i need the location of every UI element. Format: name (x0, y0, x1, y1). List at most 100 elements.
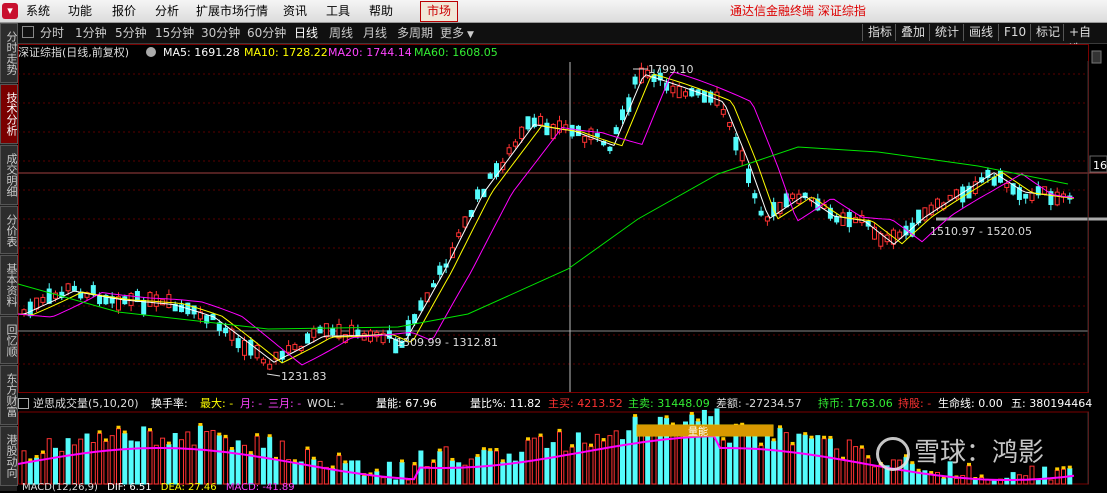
volume-bar (783, 432, 789, 485)
volume-bar (204, 431, 210, 485)
volume-bar (147, 430, 153, 485)
f10-button[interactable]: F10 (998, 24, 1031, 41)
volume-bar (235, 440, 241, 485)
volume-bar (960, 475, 966, 485)
candle-body (311, 328, 317, 338)
volume-bar (393, 479, 399, 485)
candle-body (141, 299, 147, 315)
ma60-value: MA60: 1608.05 (414, 46, 498, 59)
draw-line-button[interactable]: 画线 (963, 24, 998, 41)
side-tab-hk-flow[interactable]: 港股动向 (0, 426, 18, 486)
candle-body (147, 292, 153, 307)
candle-body (475, 189, 481, 200)
menu-item-system[interactable]: 系统 (26, 3, 50, 19)
menu-item-analysis[interactable]: 分析 (155, 3, 179, 19)
volume-cap (689, 411, 694, 415)
menu-item-news[interactable]: 资讯 (283, 3, 307, 19)
volume-bar (27, 460, 33, 485)
side-tab-technical[interactable]: 技术分析 (0, 84, 18, 144)
menu-item-extended-market[interactable]: 扩展市场行情 (196, 3, 268, 19)
volume-bar (487, 450, 493, 485)
app-logo-icon[interactable]: ▾ (2, 3, 18, 19)
watermark-text: 雪球：鸿影 (914, 438, 1045, 468)
candle-body (550, 123, 556, 140)
candle-body (418, 300, 424, 311)
candle-body (727, 122, 733, 127)
period-tab-5min[interactable]: 5分钟 (115, 25, 147, 41)
period-tab-multi[interactable]: 多周期 (397, 25, 433, 41)
period-tab-30min[interactable]: 30分钟 (201, 25, 240, 41)
volume-cap (633, 414, 638, 418)
volume-bar (368, 474, 373, 485)
candle-body (739, 150, 745, 162)
overlay-button[interactable]: 叠加 (895, 24, 930, 41)
candle-body (620, 109, 625, 121)
volume-collapse-icon[interactable] (18, 398, 29, 409)
volume-bar (809, 438, 814, 485)
side-tab-trades[interactable]: 成交明细 (0, 145, 18, 205)
volume-bar (582, 442, 588, 485)
volume-cap (859, 445, 864, 449)
volume-cap (248, 451, 253, 455)
scroll-up-icon (1091, 50, 1102, 64)
volume-cap (803, 432, 808, 436)
volume-cap (217, 432, 222, 436)
volume-bar (21, 450, 27, 485)
volume-bar (557, 431, 562, 485)
period-tab-15min[interactable]: 15分钟 (155, 25, 194, 41)
energy-value: 量能: 67.96 (376, 397, 437, 410)
menu-item-function[interactable]: 功能 (68, 3, 92, 19)
volume-cap (778, 425, 782, 429)
period-tab-monthly[interactable]: 月线 (363, 25, 387, 41)
volume-bar (821, 438, 827, 485)
volume-cap (538, 433, 543, 437)
period-tab-60min[interactable]: 60分钟 (247, 25, 286, 41)
period-tab-daily[interactable]: 日线 (294, 25, 318, 41)
statistics-button[interactable]: 统计 (929, 24, 964, 41)
volume-bar (519, 451, 525, 485)
macd-value: MACD: -41.89 (225, 482, 295, 493)
candle-body (34, 297, 40, 310)
side-tab-eastmoney[interactable]: 东方财富 (0, 365, 18, 425)
menu-item-quote[interactable]: 报价 (112, 3, 136, 19)
side-tab-fundamentals[interactable]: 基本资料 (0, 255, 18, 315)
watermark: 雪球：鸿影 (876, 432, 1044, 471)
menu-item-tools[interactable]: 工具 (326, 3, 350, 19)
indicator-button[interactable]: 指标 (862, 24, 897, 41)
volume-bar (1035, 479, 1041, 485)
volume-cap (494, 447, 499, 451)
chart-settings-icon[interactable] (146, 47, 156, 57)
mark-button[interactable]: 标记 (1030, 24, 1065, 41)
candle-body (355, 329, 361, 336)
volume-bar (405, 479, 411, 485)
candle-body (582, 135, 588, 143)
period-tab-intraday[interactable]: 分时 (40, 25, 64, 41)
volume-bar (40, 453, 46, 485)
volume-cap (790, 441, 795, 445)
period-tab-more[interactable]: 更多 (440, 25, 464, 41)
volume-bar (815, 435, 821, 485)
volume-cap (475, 454, 480, 458)
more-chevron-icon[interactable]: ▼ (467, 27, 474, 43)
candle-body (506, 147, 512, 155)
volume-bar (141, 426, 147, 485)
side-tab-price-table[interactable]: 分价表 (0, 206, 18, 254)
volume-bar (380, 477, 386, 485)
period-tab-1min[interactable]: 1分钟 (75, 25, 107, 41)
period-tab-weekly[interactable]: 周线 (329, 25, 353, 41)
candle-body (701, 90, 707, 103)
candle-body (242, 339, 247, 356)
volume-bar (242, 444, 247, 485)
candle-body (683, 91, 688, 97)
side-tab-review[interactable]: 回忆顺 (0, 316, 18, 364)
add-watchlist-button[interactable]: +自选 (1063, 24, 1107, 56)
menu-item-help[interactable]: 帮助 (369, 3, 393, 19)
toolbar-collapse-icon[interactable] (22, 26, 34, 38)
volume-bar (172, 433, 178, 485)
kline-chart[interactable]: 16 1799.10 1231.83 1309.99 - 1312.81 1510.97… (18, 44, 1107, 491)
volume-cap (431, 459, 436, 463)
candle-body (607, 146, 613, 152)
side-tab-intraday[interactable]: 分时走势 (0, 23, 18, 83)
market-button[interactable]: 市场 (420, 1, 459, 22)
volume-bar (506, 453, 512, 485)
